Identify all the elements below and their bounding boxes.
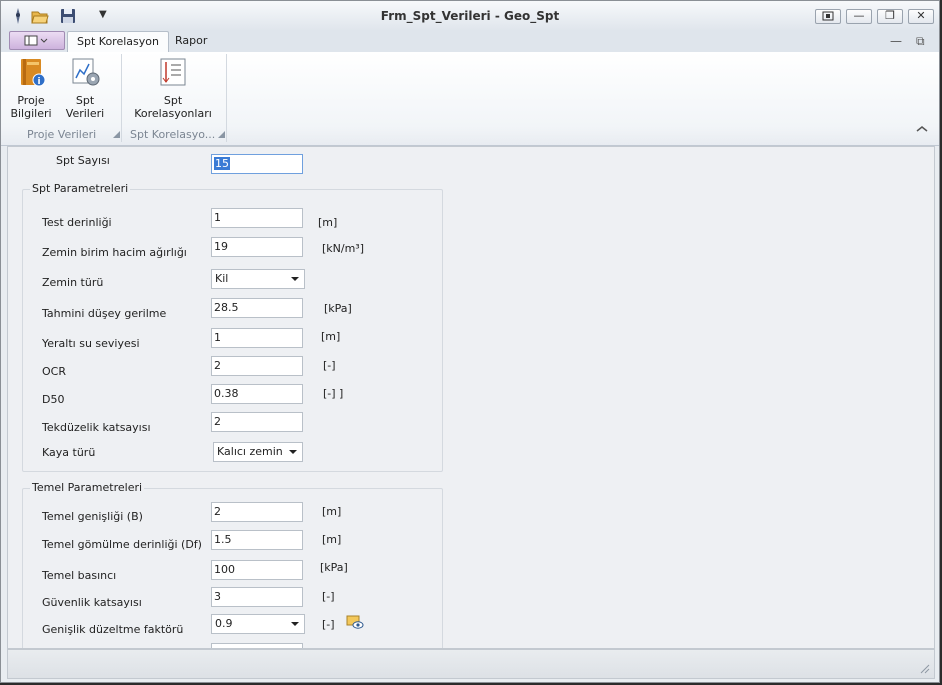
unit-label: [m]	[321, 330, 341, 343]
app-menu-icon	[24, 35, 48, 46]
spt-parameters-title: Spt Parametreleri	[30, 182, 131, 195]
ribbon-group-separator	[121, 54, 122, 142]
field-label: Tahmini düşey gerilme	[42, 307, 167, 320]
proje-bilgileri-label-1: Proje	[17, 94, 45, 107]
status-bar	[7, 649, 935, 679]
unit-label: [m]	[322, 505, 342, 518]
field-label: Tekdüzelik katsayısı	[42, 421, 151, 434]
fullscreen-icon	[822, 11, 834, 21]
unit-label: [-]	[323, 359, 336, 372]
kaya-turu-value: Kalıcı zemin	[217, 445, 283, 458]
genislik-duzeltme-select[interactable]: 0.9	[211, 614, 305, 634]
maximize-button[interactable]: ❐	[877, 9, 903, 24]
ribbon-tab-bar: Spt Korelasyon Rapor — ⧉	[1, 31, 939, 52]
minimize-icon: —	[853, 9, 865, 22]
spt-verileri-button[interactable]: Spt Verileri	[57, 56, 113, 120]
temel-parameters-title: Temel Parametreleri	[30, 481, 145, 494]
close-icon: ✕	[916, 9, 926, 22]
form-content-area: Spt Sayısı 15 Spt Parametreleri Test der…	[7, 146, 935, 649]
field-label: Temel basıncı	[42, 569, 117, 582]
ribbon-panel: i Proje Bilgileri Spt Verileri Spt Korel…	[1, 52, 939, 146]
unit-label: [-]	[322, 590, 335, 603]
chevron-down-icon	[291, 277, 299, 281]
window-title-app: Geo_Spt	[504, 9, 560, 23]
spt-korelasyonlari-button[interactable]: Spt Korelasyonları	[127, 56, 219, 120]
ribbon-collapse-icon[interactable]	[915, 124, 929, 134]
unit-label: [-] ]	[323, 387, 344, 400]
yeralti-su-seviyesi-input[interactable]: 1	[211, 328, 303, 348]
field-label: Genişlik düzeltme faktörü	[42, 623, 184, 636]
gomulme-derinligi-input[interactable]: 1.5	[211, 530, 303, 550]
proje-bilgileri-label-2: Bilgileri	[10, 107, 52, 120]
field-label: Zemin birim hacim ağırlığı	[42, 246, 187, 259]
window-title-form: Frm_Spt_Verileri	[380, 9, 491, 23]
genislik-duzeltme-value: 0.9	[215, 617, 233, 630]
maximize-icon: ❐	[885, 9, 895, 22]
unit-label: [kPa]	[320, 561, 348, 574]
title-bar: ▼ Frm_Spt_Verileri - Geo_Spt — ❐ ✕	[1, 1, 939, 32]
chart-gear-icon	[72, 58, 100, 86]
view-info-icon[interactable]	[346, 614, 364, 630]
test-derinligi-input[interactable]: 1	[211, 208, 303, 228]
unit-label: [kN/m³]	[322, 242, 365, 255]
ocr-input[interactable]: 2	[211, 356, 303, 376]
field-label: Güvenlik katsayısı	[42, 596, 142, 609]
field-label: Test derinliği	[42, 216, 112, 229]
spt-sayisi-label: Spt Sayısı	[56, 154, 110, 167]
field-label: OCR	[42, 365, 66, 378]
proje-bilgileri-button[interactable]: i Proje Bilgileri	[10, 56, 52, 120]
zemin-turu-value: Kil	[215, 272, 229, 285]
fullscreen-button[interactable]	[815, 9, 841, 24]
window-title: Frm_Spt_Verileri - Geo_Spt	[1, 9, 939, 23]
tab-rapor[interactable]: Rapor	[166, 31, 216, 52]
app-menu-button[interactable]	[9, 31, 65, 50]
field-label: Kaya türü	[42, 446, 96, 459]
unit-label: [m]	[318, 216, 338, 229]
spt-korelasyonlari-label: Spt Korelasyonları	[134, 94, 212, 120]
zemin-turu-select[interactable]: Kil	[211, 269, 305, 289]
tekduzelik-katsayisi-input[interactable]: 2	[211, 412, 303, 432]
resize-grip-icon[interactable]	[920, 664, 930, 674]
main-window: ▼ Frm_Spt_Verileri - Geo_Spt — ❐ ✕ Spt K…	[0, 0, 940, 683]
field-label: Yeraltı su seviyesi	[42, 337, 140, 350]
field-label: D50	[42, 393, 65, 406]
group-label-proje-verileri: Proje Verileri	[27, 128, 97, 141]
unit-label: [kPa]	[324, 302, 352, 315]
field-label: Temel genişliği (B)	[42, 510, 143, 523]
guvenlik-katsayisi-input[interactable]: 3	[211, 587, 303, 607]
dialog-launcher-icon[interactable]	[218, 131, 225, 138]
spt-verileri-label: Spt Verileri	[65, 94, 105, 120]
tab-spt-korelasyon[interactable]: Spt Korelasyon	[67, 31, 169, 52]
unit-label: [m]	[322, 533, 342, 546]
chevron-down-icon	[291, 622, 299, 626]
field-label: Temel gömülme derinliği (Df)	[42, 538, 202, 551]
ribbon-group-separator	[226, 54, 227, 142]
mdi-restore-icon[interactable]: ⧉	[916, 34, 925, 49]
unit-label: [-]	[322, 618, 335, 631]
birim-hacim-agirligi-input[interactable]: 19	[211, 237, 303, 257]
field-label: Zemin türü	[42, 276, 104, 289]
group-label-spt-korelasyon: Spt Korelasyo...	[130, 128, 216, 141]
temel-genisligi-input[interactable]: 2	[211, 502, 303, 522]
window-title-separator: -	[490, 9, 505, 23]
spt-sayisi-input[interactable]: 15	[211, 154, 303, 174]
chart-list-icon	[160, 58, 186, 86]
kaya-turu-select[interactable]: Kalıcı zemin	[213, 442, 303, 462]
temel-basinci-input[interactable]: 100	[211, 560, 303, 580]
dusey-gerilme-input[interactable]: 28.5	[211, 298, 303, 318]
spt-sayisi-value: 15	[214, 157, 230, 170]
project-book-info-icon: i	[21, 59, 46, 87]
close-button[interactable]: ✕	[908, 9, 934, 24]
d50-input[interactable]: 0.38	[211, 384, 303, 404]
chevron-down-icon	[289, 450, 297, 454]
dialog-launcher-icon[interactable]	[113, 131, 120, 138]
svg-text:i: i	[37, 77, 40, 87]
minimize-button[interactable]: —	[846, 9, 872, 24]
mdi-minimize-icon[interactable]: —	[890, 34, 902, 48]
